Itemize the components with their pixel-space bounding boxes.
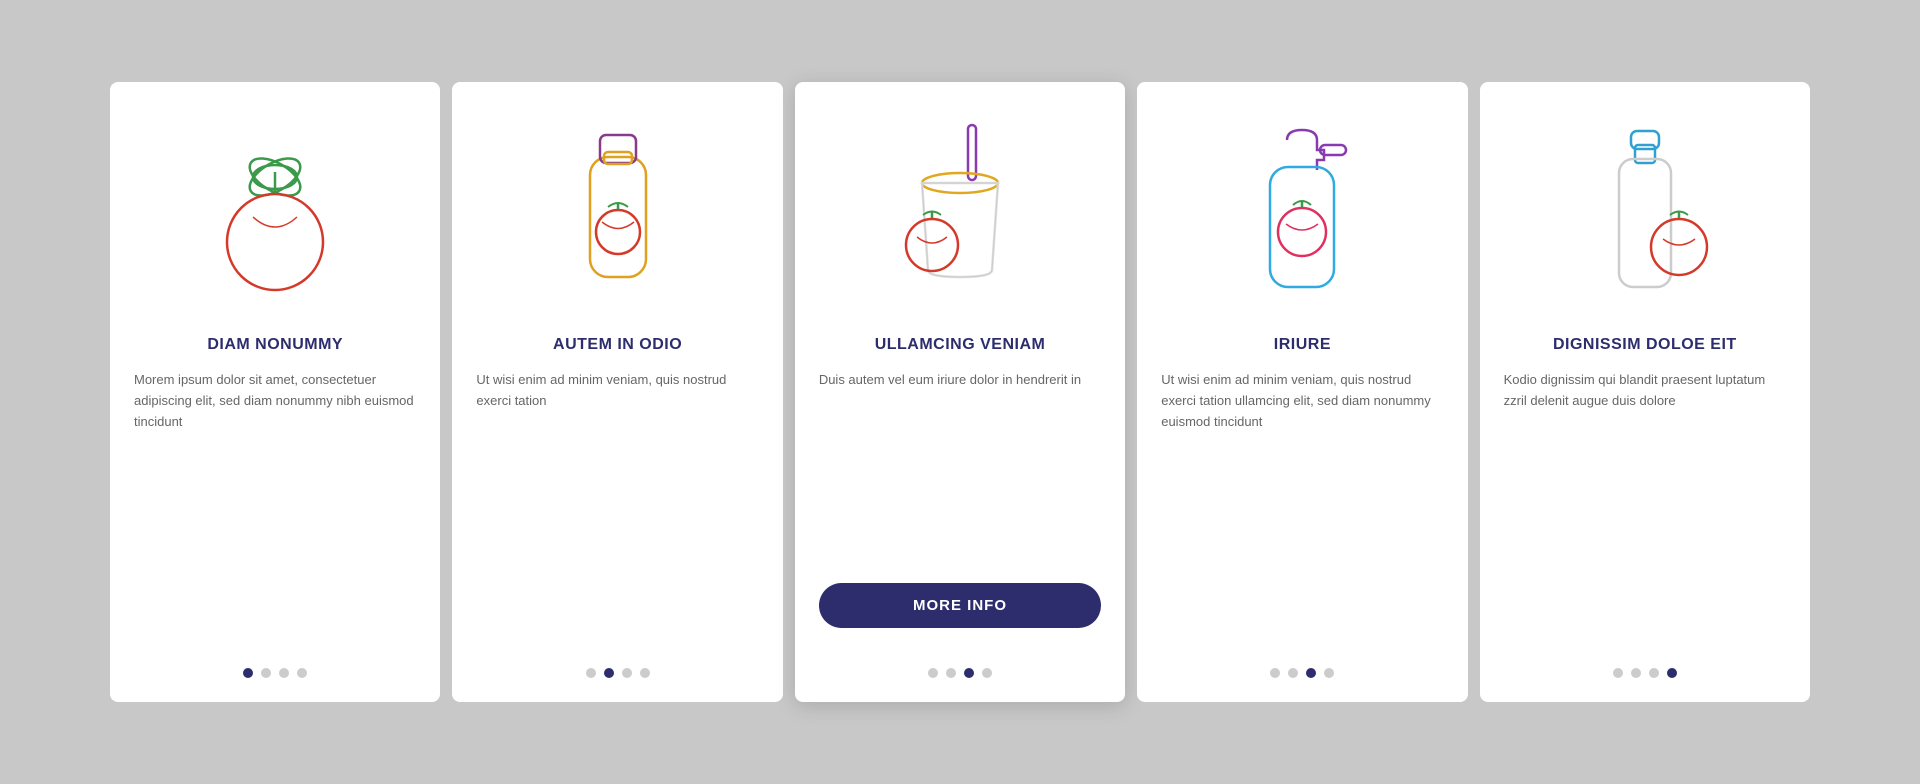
dot [297,668,307,678]
dot [982,668,992,678]
card-3-title: ULLAMCING VENIAM [875,336,1046,354]
dot-active [604,668,614,678]
card-5-title: DIGNISSIM DOLOE EIT [1553,336,1737,354]
pump-bottle-icon [1222,112,1382,312]
card-3: ULLAMCING VENIAM Duis autem vel eum iriu… [795,82,1125,702]
card-5-dots [1613,648,1677,678]
card-5: DIGNISSIM DOLOE EIT Kodio dignissim qui … [1480,82,1810,702]
dot [640,668,650,678]
dot [1288,668,1298,678]
dot [1324,668,1334,678]
tomato-leaves-icon [195,112,355,312]
card-3-dots [928,648,992,678]
bottle-tomato-2-icon [1565,112,1725,312]
cup-tomato-icon [880,112,1040,312]
cards-container: DIAM NONUMMY Morem ipsum dolor sit amet,… [110,82,1810,702]
dot [622,668,632,678]
card-4: IRIURE Ut wisi enim ad minim veniam, qui… [1137,82,1467,702]
bottle-tomato-icon [538,112,698,312]
card-1-text: Morem ipsum dolor sit amet, consectetuer… [134,370,416,648]
dot-active [964,668,974,678]
card-5-text: Kodio dignissim qui blandit praesent lup… [1504,370,1786,648]
dot-active [1306,668,1316,678]
dot-active [1667,668,1677,678]
card-2-title: AUTEM IN ODIO [553,336,682,354]
card-2: AUTEM IN ODIO Ut wisi enim ad minim veni… [452,82,782,702]
card-2-text: Ut wisi enim ad minim veniam, quis nostr… [476,370,758,648]
more-info-button[interactable]: MORE INFO [819,583,1101,628]
card-3-text: Duis autem vel eum iriure dolor in hendr… [819,370,1101,563]
dot [586,668,596,678]
card-4-dots [1270,648,1334,678]
dot-active [243,668,253,678]
dot [261,668,271,678]
dot [1613,668,1623,678]
dot [1631,668,1641,678]
dot [946,668,956,678]
dot [279,668,289,678]
card-4-text: Ut wisi enim ad minim veniam, quis nostr… [1161,370,1443,648]
card-1-title: DIAM NONUMMY [207,336,343,354]
card-1-dots [243,648,307,678]
dot [928,668,938,678]
card-4-title: IRIURE [1274,336,1331,354]
card-1: DIAM NONUMMY Morem ipsum dolor sit amet,… [110,82,440,702]
card-2-dots [586,648,650,678]
dot [1270,668,1280,678]
dot [1649,668,1659,678]
